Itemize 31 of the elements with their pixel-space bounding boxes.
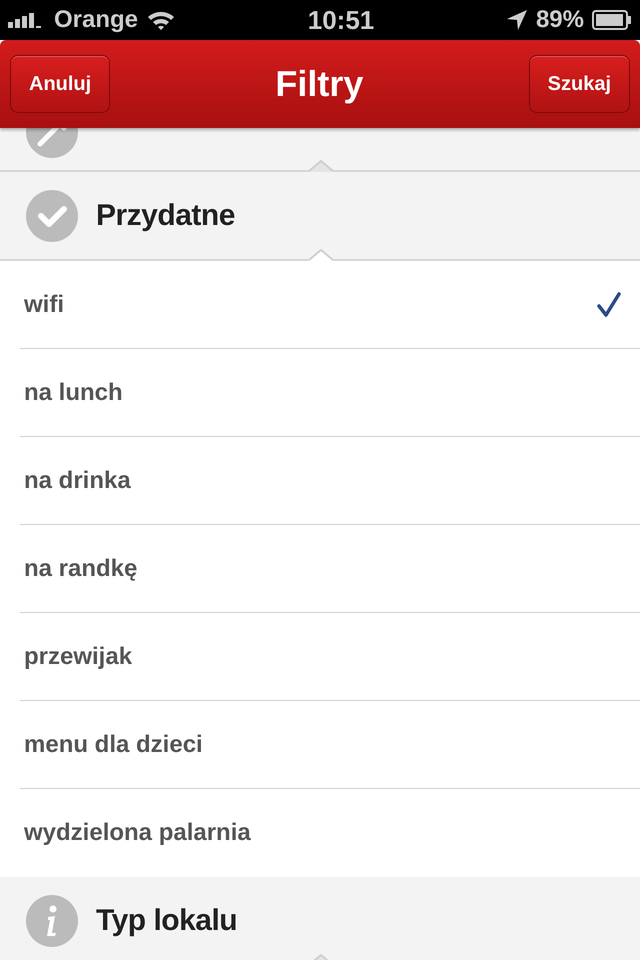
option-label: na randkę: [24, 554, 138, 582]
section-header[interactable]: Typ lokalu: [0, 877, 640, 960]
filter-option[interactable]: wifi: [20, 261, 640, 349]
section-header[interactable]: [0, 128, 640, 172]
section-header[interactable]: Przydatne: [0, 172, 640, 261]
filter-option[interactable]: wydzielona palarnia: [20, 789, 640, 877]
filter-option[interactable]: na drinka: [20, 437, 640, 525]
filter-option[interactable]: na randkę: [20, 525, 640, 613]
filter-option[interactable]: przewijak: [20, 613, 640, 701]
option-label: na drinka: [24, 466, 131, 494]
option-label: przewijak: [24, 642, 132, 670]
section-title: Typ lokalu: [96, 904, 238, 938]
battery-percentage: 89%: [536, 6, 584, 34]
battery-icon: [592, 10, 632, 30]
carrier-name: Orange: [54, 6, 138, 34]
checkmark-icon: [26, 190, 78, 242]
option-label: wydzielona palarnia: [24, 819, 251, 847]
option-label: menu dla dzieci: [24, 730, 203, 758]
section-title: Przydatne: [96, 198, 235, 232]
info-icon: [26, 894, 78, 946]
option-label: na lunch: [24, 378, 123, 406]
cutlery-icon: [26, 128, 78, 158]
filter-option[interactable]: na lunch: [20, 349, 640, 437]
status-time: 10:51: [308, 4, 374, 36]
wifi-icon: [146, 9, 176, 31]
search-button[interactable]: Szukaj: [528, 55, 630, 113]
filter-option[interactable]: menu dla dzieci: [20, 701, 640, 789]
option-label: wifi: [24, 290, 64, 318]
location-arrow-icon: [506, 9, 528, 31]
screen-title: Filtry: [275, 63, 364, 105]
cancel-button[interactable]: Anuluj: [10, 55, 110, 113]
